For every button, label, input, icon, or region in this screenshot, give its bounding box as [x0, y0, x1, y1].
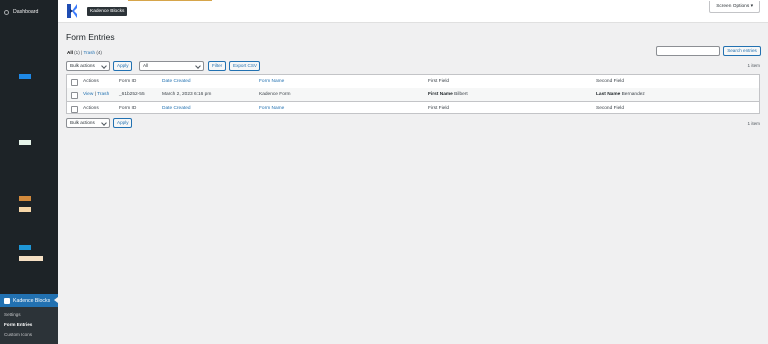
second-field-label: Last Name [596, 92, 621, 97]
row-checkbox[interactable] [71, 92, 78, 99]
sidebar-menu-icon[interactable] [19, 140, 31, 145]
column-header-form-name[interactable]: Form Name [259, 75, 284, 88]
first-field-value: Bilbert [454, 92, 468, 97]
form-name-cell: Kadence Form [259, 92, 291, 97]
column-footer-second-field: Second Field [596, 106, 624, 111]
table-header-row: Actions Form ID Date Created Form Name F… [67, 75, 759, 89]
sidebar-submenu: Settings Form Entries Custom Icons [0, 307, 58, 344]
form-filter-value: All [143, 63, 149, 68]
item-count-bottom: 1 item [747, 121, 760, 126]
apply-button[interactable]: Apply [113, 61, 132, 71]
view-all-count: (1) [74, 50, 80, 55]
view-trash-count: (4) [96, 50, 102, 55]
actions-separator: | [94, 92, 96, 97]
sidebar-menu-icon[interactable] [19, 245, 31, 250]
sidebar-menu-icon[interactable] [19, 74, 31, 79]
second-field-cell: Last Name Bernandez [596, 88, 645, 101]
search-entries-button[interactable]: Search entries [723, 46, 761, 56]
admin-sidebar: Dashboard Kadence Blocks Settings Form E… [0, 0, 58, 344]
brand-label: Kadence Blocks [87, 7, 128, 16]
column-footer-date-created[interactable]: Date Created [162, 102, 191, 115]
bulk-actions-value: Bulk actions [70, 120, 95, 125]
column-header-second-field: Second Field [596, 79, 624, 84]
export-csv-button[interactable]: Export CSV [229, 61, 260, 71]
first-field-label: First Name [428, 92, 453, 97]
page-title: Form Entries [66, 32, 115, 42]
filter-button[interactable]: Filter [208, 61, 226, 71]
sidebar-menu-icon[interactable] [19, 207, 31, 212]
form-filter-select[interactable]: All [139, 61, 204, 71]
view-entry-link[interactable]: View [83, 92, 93, 97]
plugin-header-bar: Kadence Blocks Screen Options ▾ [58, 0, 768, 23]
submenu-item-settings[interactable]: Settings [4, 312, 21, 317]
column-header-actions: Actions [83, 79, 99, 84]
kadence-icon [4, 297, 10, 304]
search-input[interactable] [656, 46, 720, 56]
chevron-down-icon [101, 120, 107, 126]
item-count-top: 1 item [747, 63, 760, 68]
form-id-cell: _61b252-55 [119, 92, 145, 97]
sidebar-menu-icon[interactable] [19, 196, 31, 201]
bulk-actions-value: Bulk actions [70, 63, 95, 68]
table-footer-row: Actions Form ID Date Created Form Name F… [67, 101, 759, 115]
column-footer-actions: Actions [83, 106, 99, 111]
second-field-value: Bernandez [621, 92, 645, 97]
sidebar-menu-icon[interactable] [19, 256, 43, 261]
bulk-actions-select[interactable]: Bulk actions [66, 61, 110, 71]
column-footer-form-name[interactable]: Form Name [259, 102, 284, 115]
dashboard-icon [4, 9, 9, 15]
current-menu-arrow-icon [54, 297, 58, 303]
chevron-down-icon [195, 63, 201, 69]
sidebar-item-label: Kadence Blocks [13, 297, 51, 304]
select-all-checkbox[interactable] [71, 106, 78, 113]
column-header-date-created[interactable]: Date Created [162, 75, 191, 88]
entries-table: Actions Form ID Date Created Form Name F… [66, 74, 760, 114]
view-all-link[interactable]: All [67, 50, 73, 55]
chevron-down-icon [101, 63, 107, 69]
apply-button-bottom[interactable]: Apply [113, 118, 132, 128]
row-actions: View | Trash [83, 88, 109, 101]
column-header-first-field: First Field [428, 79, 450, 84]
table-row: View | Trash _61b252-55 March 2, 2023 6:… [67, 88, 759, 101]
sidebar-item-dashboard[interactable]: Dashboard [0, 6, 58, 18]
view-trash-link[interactable]: Trash [83, 50, 95, 55]
view-filters: All (1) | Trash (4) [67, 50, 102, 55]
date-created-cell: March 2, 2023 6:16 pm [162, 92, 212, 97]
kadence-logo-icon [67, 4, 77, 18]
column-footer-form-id: Form ID [119, 106, 137, 111]
first-field-cell: First Name Bilbert [428, 88, 468, 101]
bulk-actions-select-bottom[interactable]: Bulk actions [66, 118, 110, 128]
trash-entry-link[interactable]: Trash [97, 92, 109, 97]
screen-options-button[interactable]: Screen Options ▾ [709, 1, 760, 13]
submenu-item-custom-icons[interactable]: Custom Icons [4, 332, 32, 337]
select-all-checkbox[interactable] [71, 79, 78, 86]
sidebar-item-kadence-blocks[interactable]: Kadence Blocks [0, 294, 58, 307]
column-footer-first-field: First Field [428, 106, 450, 111]
column-header-form-id: Form ID [119, 79, 137, 84]
header-accent-line [128, 0, 212, 1]
sidebar-item-label: Dashboard [13, 9, 39, 15]
submenu-item-form-entries[interactable]: Form Entries [4, 322, 32, 327]
